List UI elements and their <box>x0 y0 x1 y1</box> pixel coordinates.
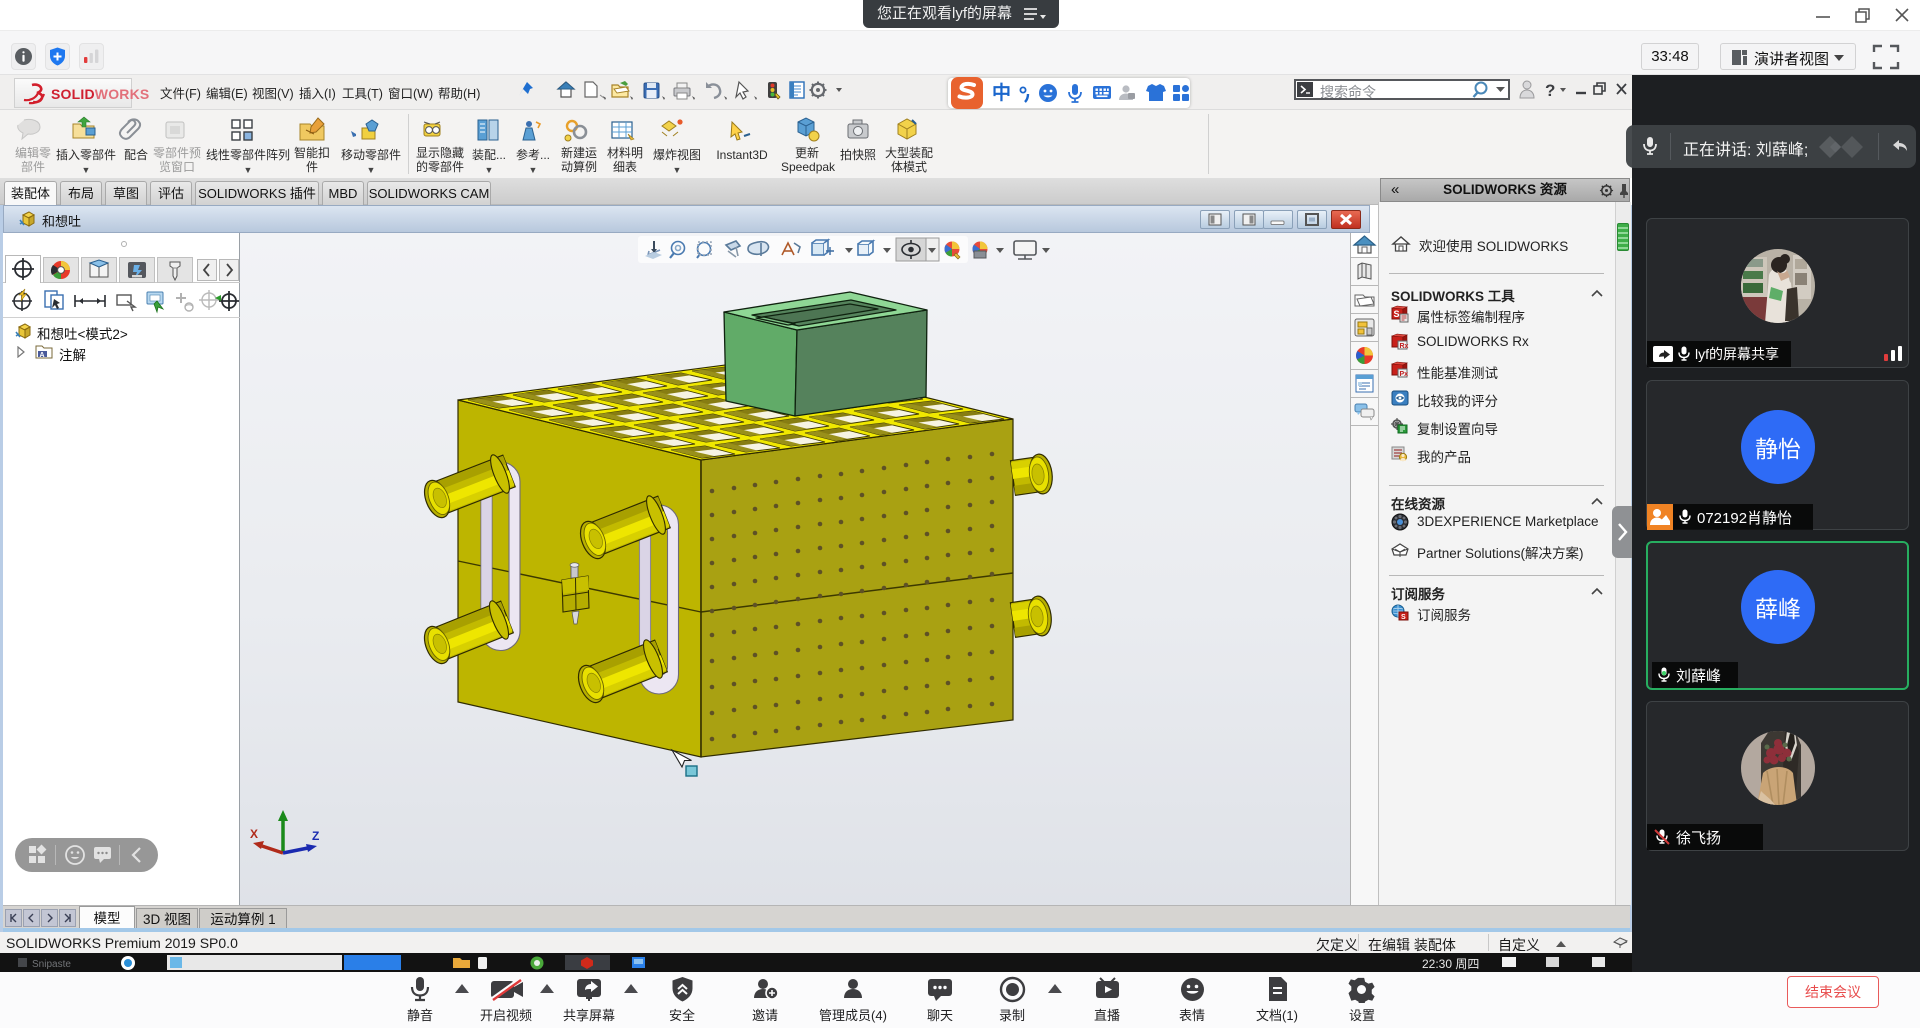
svg-text:S: S <box>1394 309 1400 319</box>
svg-text:S: S <box>1401 614 1406 621</box>
svg-text:Rx: Rx <box>1400 343 1409 350</box>
svg-text:Px: Px <box>1400 371 1409 378</box>
svg-text:?: ? <box>1545 81 1555 100</box>
svg-text:X: X <box>250 827 258 841</box>
svg-text:中: 中 <box>992 81 1011 104</box>
svg-text:Z: Z <box>312 829 319 843</box>
svg-text:Snipaste: Snipaste <box>32 959 71 970</box>
svg-text:A: A <box>40 352 45 359</box>
